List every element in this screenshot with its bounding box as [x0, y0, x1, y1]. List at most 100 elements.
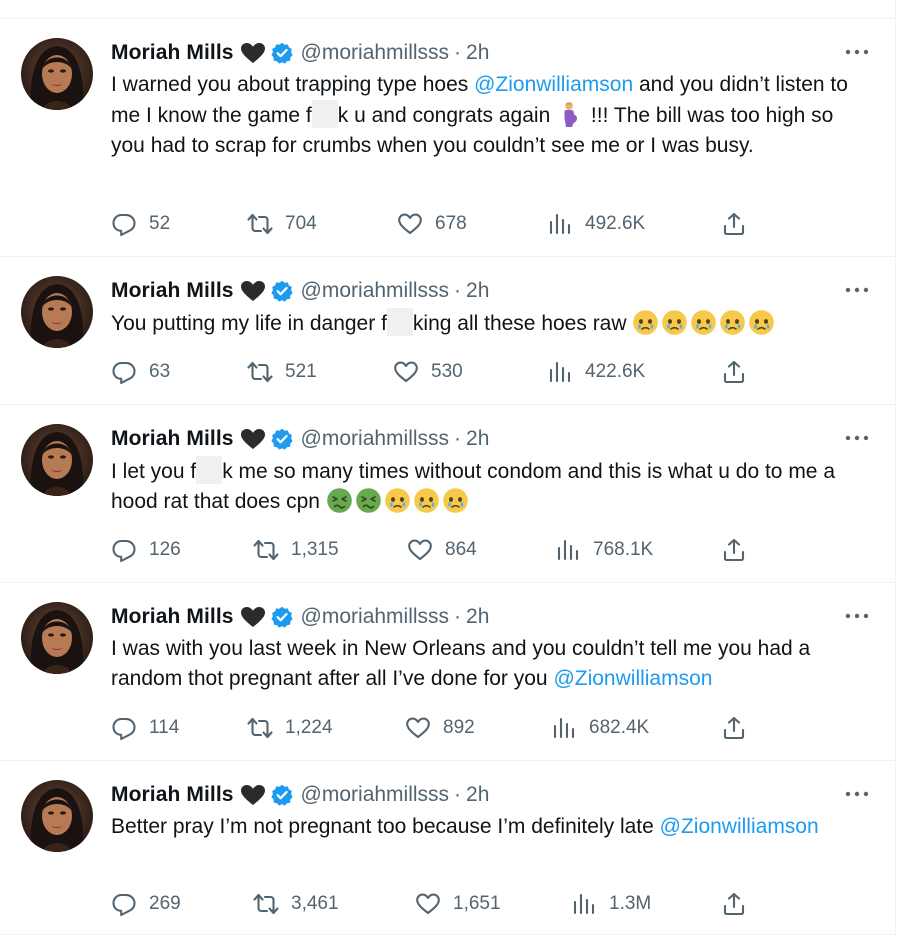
mention-link[interactable]: @Zionwilliamson — [474, 73, 633, 96]
verified-badge-icon[interactable] — [270, 606, 293, 628]
holding-back-tears-emoji-icon — [719, 309, 746, 336]
tweet-timestamp[interactable]: 2h — [466, 605, 489, 629]
bar-chart-icon — [571, 891, 609, 917]
tweet-actions: 52 704 678 492.6K — [111, 211, 755, 241]
share-icon — [721, 211, 747, 237]
reply-count: 63 — [149, 361, 171, 382]
retweet-icon — [247, 715, 285, 741]
views-button[interactable]: 682.4K — [551, 715, 649, 741]
heart-icon — [405, 715, 443, 741]
avatar[interactable] — [21, 38, 93, 110]
author-handle[interactable]: @moriahmillsss — [301, 279, 450, 303]
like-button[interactable]: 864 — [407, 537, 477, 563]
retweet-button[interactable]: 704 — [247, 211, 317, 237]
more-options-icon[interactable] — [843, 609, 871, 623]
tweet-body: Moriah Mills @moriahmillsss · 2h You putting… — [111, 277, 869, 339]
tweet-text: Better pray I’m not pregnant too because… — [111, 812, 865, 842]
like-button[interactable]: 892 — [405, 715, 475, 741]
tweet-text: I was with you last week in New Orleans … — [111, 634, 865, 694]
author-name[interactable]: Moriah Mills — [111, 605, 234, 629]
mention-link[interactable]: @Zionwilliamson — [553, 667, 712, 690]
redaction-box — [196, 456, 223, 484]
more-options-icon[interactable] — [843, 431, 871, 445]
black-heart-icon — [240, 606, 266, 628]
nauseated-face-emoji-icon — [326, 487, 353, 514]
avatar[interactable] — [21, 780, 93, 852]
bar-chart-icon — [555, 537, 593, 563]
reply-count: 269 — [149, 893, 181, 914]
author-handle[interactable]: @moriahmillsss — [301, 783, 450, 807]
views-button[interactable]: 422.6K — [547, 359, 645, 385]
share-button[interactable] — [721, 891, 747, 917]
share-icon — [721, 715, 747, 741]
tweet-actions: 63 521 530 422.6K — [111, 359, 755, 389]
tweet-timestamp[interactable]: 2h — [466, 41, 489, 65]
text-segment: I warned you about trapping type hoes — [111, 73, 475, 96]
reply-button[interactable]: 52 — [111, 211, 170, 237]
author-name[interactable]: Moriah Mills — [111, 427, 234, 451]
reply-button[interactable]: 63 — [111, 359, 170, 385]
tweet-timestamp[interactable]: 2h — [466, 783, 489, 807]
share-button[interactable] — [721, 537, 747, 563]
retweet-button[interactable]: 3,461 — [253, 891, 339, 917]
views-button[interactable]: 1.3M — [571, 891, 651, 917]
retweet-button[interactable]: 1,224 — [247, 715, 333, 741]
author-handle[interactable]: @moriahmillsss — [301, 41, 450, 65]
tweet-timestamp[interactable]: 2h — [466, 427, 489, 451]
heart-icon — [407, 537, 445, 563]
bar-chart-icon — [547, 359, 585, 385]
verified-badge-icon[interactable] — [270, 784, 293, 806]
views-button[interactable]: 768.1K — [555, 537, 653, 563]
author-name[interactable]: Moriah Mills — [111, 279, 234, 303]
tweet[interactable]: Moriah Mills @moriahmillsss · 2h I let you f… — [0, 405, 895, 583]
author-name[interactable]: Moriah Mills — [111, 41, 234, 65]
view-count: 422.6K — [585, 361, 646, 382]
avatar[interactable] — [21, 424, 93, 496]
like-button[interactable]: 678 — [397, 211, 467, 237]
black-heart-icon — [240, 280, 266, 302]
tweet[interactable]: Moriah Mills @moriahmillsss · 2h Better pray… — [0, 761, 895, 935]
tweet-header: Moriah Mills @moriahmillsss · 2h — [111, 39, 865, 67]
verified-badge-icon[interactable] — [270, 428, 293, 450]
avatar[interactable] — [21, 602, 93, 674]
share-button[interactable] — [721, 211, 747, 237]
view-count: 1.3M — [609, 893, 652, 914]
tweet-header: Moriah Mills @moriahmillsss · 2h — [111, 425, 865, 453]
avatar[interactable] — [21, 276, 93, 348]
share-button[interactable] — [721, 715, 747, 741]
tweet[interactable]: Moriah Mills @moriahmillsss · 2h You putting… — [0, 257, 895, 405]
black-heart-icon — [240, 42, 266, 64]
mention-link[interactable]: @Zionwilliamson — [660, 815, 819, 838]
tweet[interactable]: Moriah Mills @moriahmillsss · 2h I was with … — [0, 583, 895, 761]
verified-badge-icon[interactable] — [270, 42, 293, 64]
retweet-button[interactable]: 1,315 — [253, 537, 339, 563]
view-count: 492.6K — [585, 213, 646, 234]
more-options-icon[interactable] — [843, 787, 871, 801]
like-button[interactable]: 1,651 — [415, 891, 501, 917]
reply-button[interactable]: 126 — [111, 537, 181, 563]
tweet-timestamp[interactable]: 2h — [466, 279, 489, 303]
like-count: 864 — [445, 539, 477, 560]
retweet-button[interactable]: 521 — [247, 359, 317, 385]
tweet-feed: Moriah Mills @moriahmillsss · 2h I warned yo… — [0, 19, 895, 935]
reply-count: 114 — [149, 717, 180, 738]
author-name[interactable]: Moriah Mills — [111, 783, 234, 807]
author-handle[interactable]: @moriahmillsss — [301, 605, 450, 629]
tweet[interactable]: Moriah Mills @moriahmillsss · 2h I warned yo… — [0, 19, 895, 257]
retweet-count: 1,224 — [285, 717, 333, 738]
reply-button[interactable]: 269 — [111, 891, 181, 917]
reply-button[interactable]: 114 — [111, 715, 179, 741]
author-handle[interactable]: @moriahmillsss — [301, 427, 450, 451]
like-button[interactable]: 530 — [393, 359, 463, 385]
holding-back-tears-emoji-icon — [690, 309, 717, 336]
more-options-icon[interactable] — [843, 283, 871, 297]
black-heart-icon — [240, 428, 266, 450]
share-button[interactable] — [721, 359, 747, 385]
tweet-header: Moriah Mills @moriahmillsss · 2h — [111, 277, 865, 305]
separator-dot: · — [454, 41, 462, 64]
verified-badge-icon[interactable] — [270, 280, 293, 302]
views-button[interactable]: 492.6K — [547, 211, 645, 237]
tweet-header: Moriah Mills @moriahmillsss · 2h — [111, 781, 865, 809]
tweet-text: You putting my life in danger f king all … — [111, 308, 865, 339]
more-options-icon[interactable] — [843, 45, 871, 59]
